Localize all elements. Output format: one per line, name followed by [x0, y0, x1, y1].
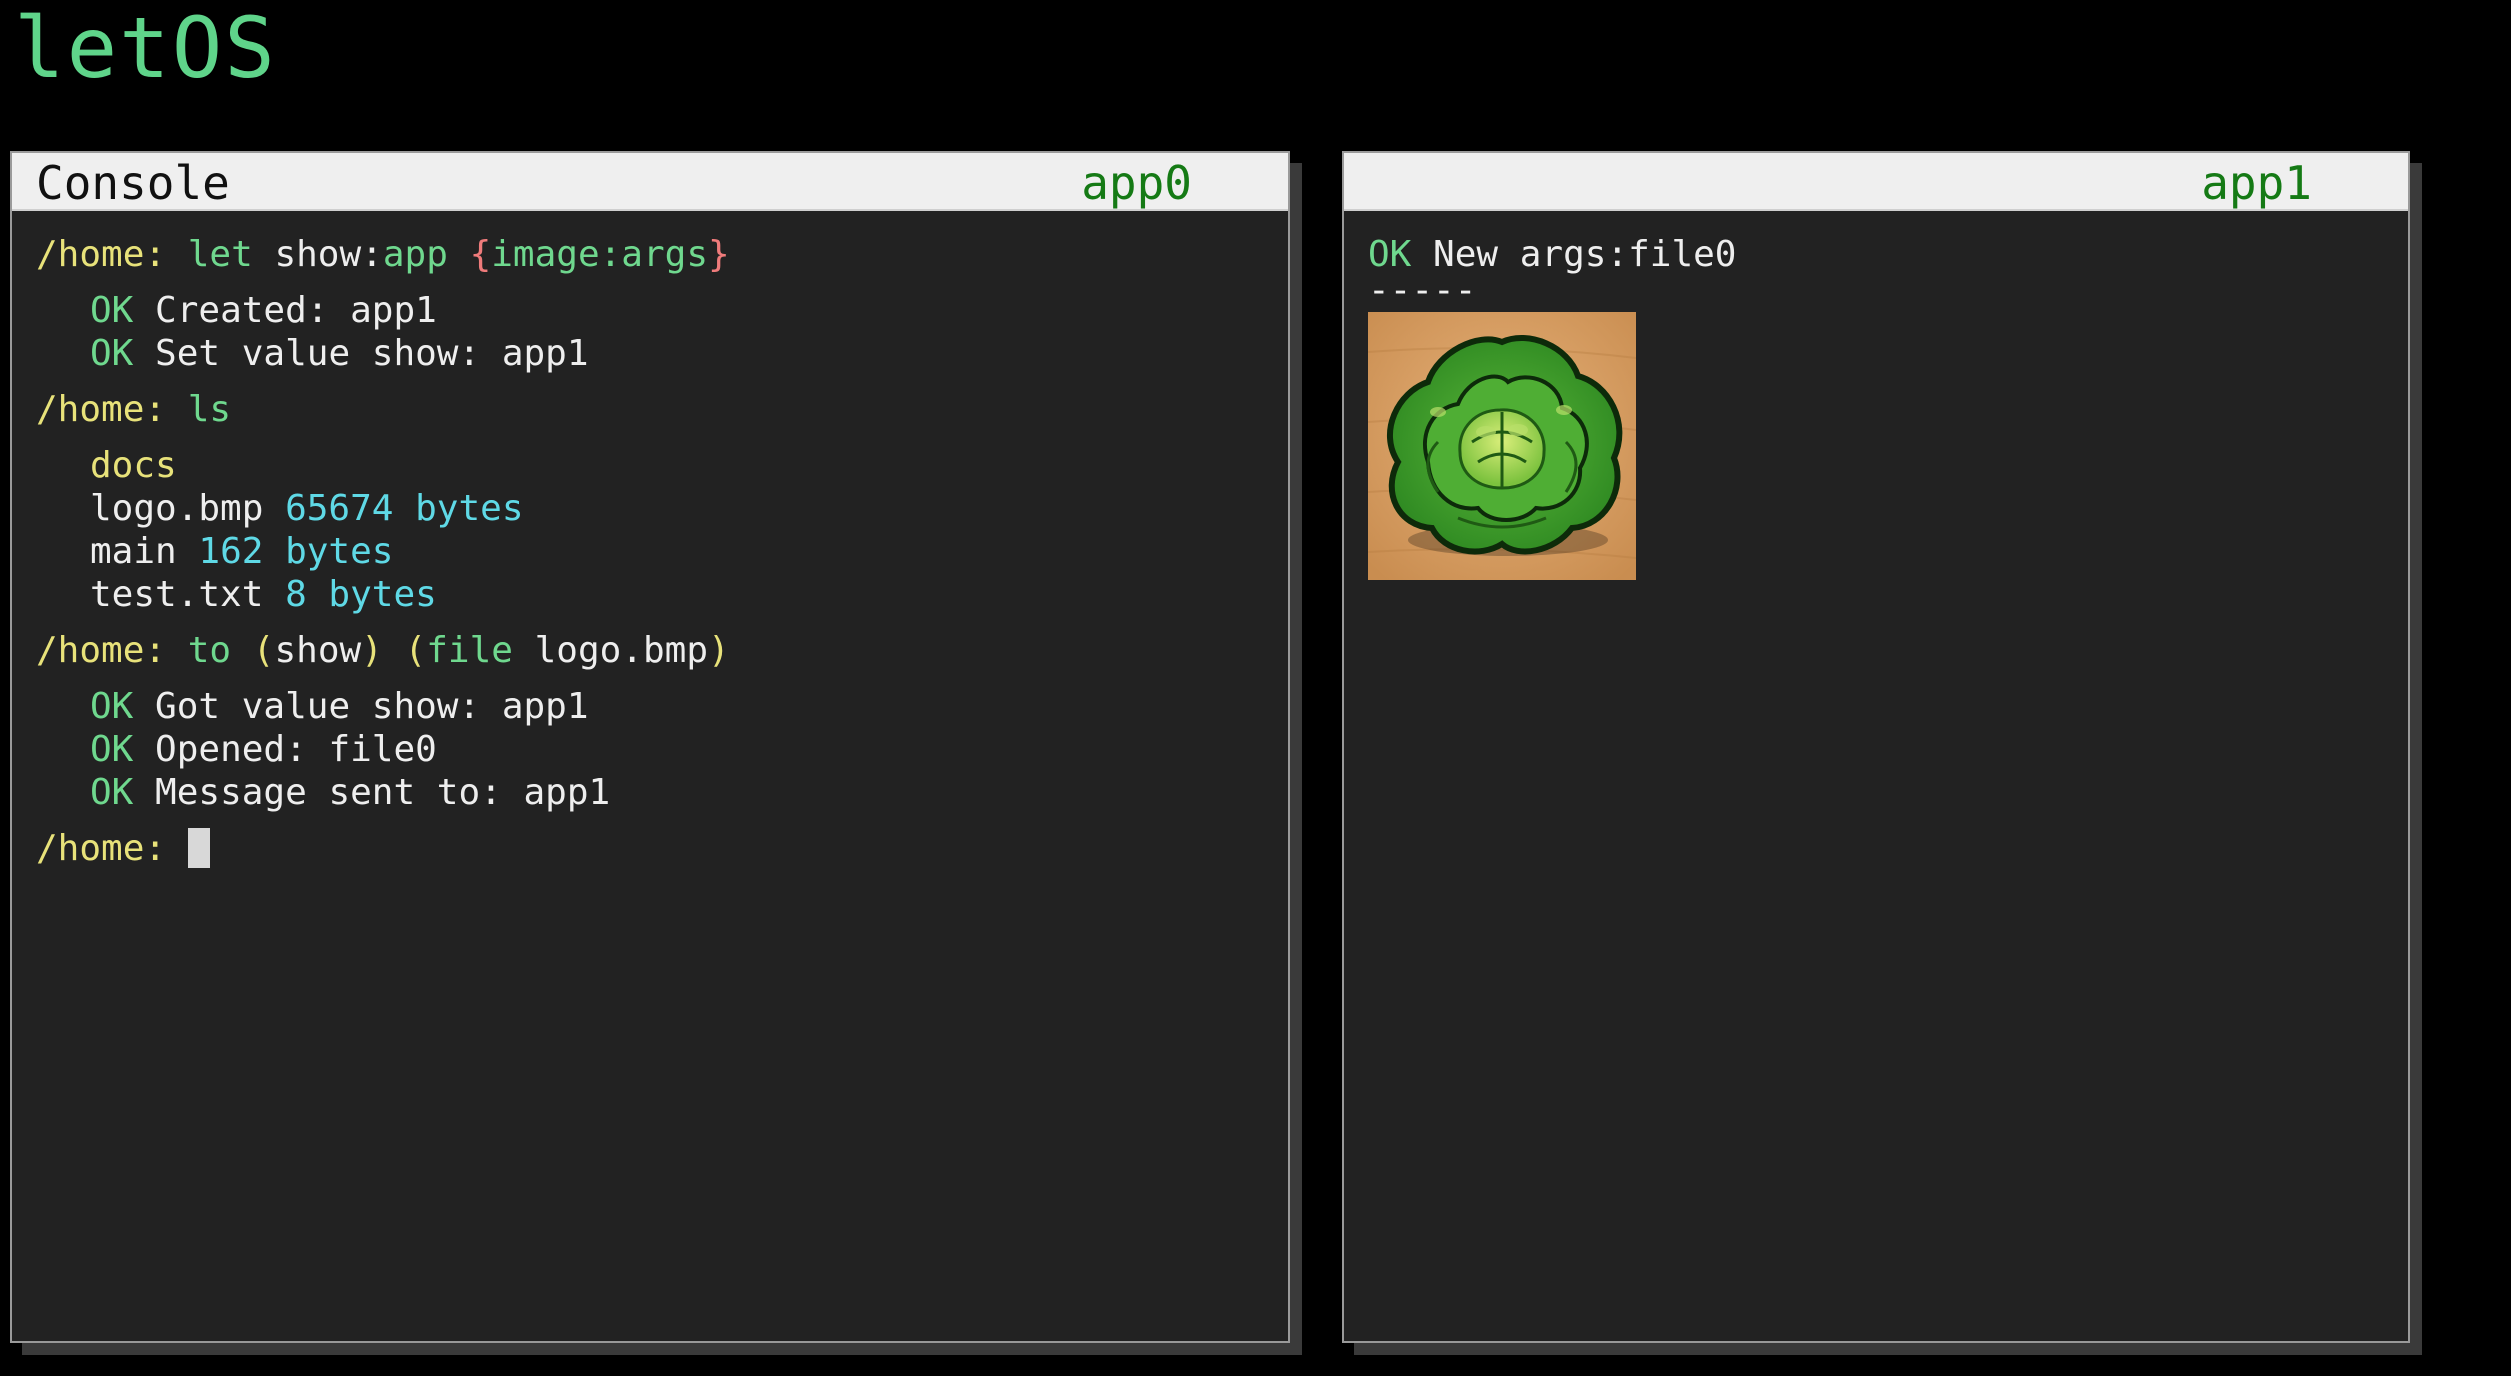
lettuce-icon — [1367, 312, 1637, 580]
colon: : — [361, 234, 383, 275]
file-entry: main 162 bytes — [36, 530, 1264, 573]
active-command-line[interactable]: /home: — [36, 827, 1264, 870]
ok-status: OK — [90, 290, 134, 331]
brace-open: { — [469, 234, 492, 275]
ok-status: OK — [90, 686, 134, 727]
argument: show — [274, 630, 362, 671]
prompt: /home: — [36, 828, 167, 869]
ok-status: OK — [90, 729, 134, 770]
paren-close: ) — [361, 630, 383, 671]
output-text: Message sent to: app1 — [155, 772, 611, 813]
argument: image:args — [491, 234, 708, 275]
console-window[interactable]: Console app0 /home: let show:app {image:… — [10, 151, 1290, 1343]
file-size: 65674 bytes — [285, 488, 524, 529]
output-line: OK Set value show: app1 — [36, 332, 1264, 375]
file-size: 162 bytes — [198, 531, 394, 572]
separator: ----- — [1368, 270, 1477, 311]
status-message: New args:file0 — [1433, 234, 1737, 275]
file-size: 8 bytes — [285, 574, 437, 615]
file-entry: test.txt 8 bytes — [36, 573, 1264, 616]
paren-open: ( — [404, 630, 427, 671]
prompt: /home: — [36, 234, 167, 275]
viewer-window[interactable]: app1 OK New args:file0 ----- — [1342, 151, 2410, 1343]
prompt: /home: — [36, 630, 167, 671]
console-titlebar[interactable]: Console app0 — [12, 153, 1288, 211]
output-text: Got value show: app1 — [155, 686, 589, 727]
ok-status: OK — [90, 772, 134, 813]
app-id-label: app0 — [1081, 156, 1192, 210]
text-cursor[interactable] — [187, 828, 210, 868]
output-line: OK Got value show: app1 — [36, 685, 1264, 728]
file-name: test.txt — [90, 574, 264, 615]
identifier: show — [274, 234, 362, 275]
keyword: to — [187, 630, 232, 671]
app-logo: letOS — [14, 0, 277, 97]
paren-open: ( — [252, 630, 275, 671]
viewer-output: OK New args:file0 ----- — [1344, 211, 2408, 580]
command-line: /home: ls — [36, 388, 1264, 431]
output-line: OK Created: app1 — [36, 289, 1264, 332]
file-name: main — [90, 531, 177, 572]
keyword: file — [426, 630, 513, 671]
prompt: /home: — [36, 389, 167, 430]
dir-entry: docs — [90, 445, 177, 486]
app-id-label: app1 — [2201, 156, 2312, 210]
output-text: Opened: file0 — [155, 729, 437, 770]
file-entry: logo.bmp 65674 bytes — [36, 487, 1264, 530]
viewer-titlebar[interactable]: app1 — [1344, 153, 2408, 211]
command-line: /home: let show:app {image:args} — [36, 233, 1264, 276]
keyword: ls — [187, 389, 232, 430]
ok-status: OK — [1368, 234, 1412, 275]
file-name: logo.bmp — [90, 488, 264, 529]
lettuce-image — [1367, 312, 1637, 580]
output-text: Set value show: app1 — [155, 333, 589, 374]
output-line: OK Message sent to: app1 — [36, 771, 1264, 814]
console-output[interactable]: /home: let show:app {image:args} OK Crea… — [12, 211, 1288, 870]
keyword: let — [187, 234, 253, 275]
type-name: app — [382, 234, 448, 275]
argument: logo.bmp — [534, 630, 709, 671]
command-line: /home: to (show) (file logo.bmp) — [36, 629, 1264, 672]
brace-close: } — [708, 234, 730, 275]
status-line: OK New args:file0 — [1368, 233, 2384, 276]
paren-close: ) — [708, 630, 730, 671]
window-title: Console — [36, 156, 230, 210]
output-line: OK Opened: file0 — [36, 728, 1264, 771]
ok-status: OK — [90, 333, 134, 374]
output-text: Created: app1 — [155, 290, 437, 331]
